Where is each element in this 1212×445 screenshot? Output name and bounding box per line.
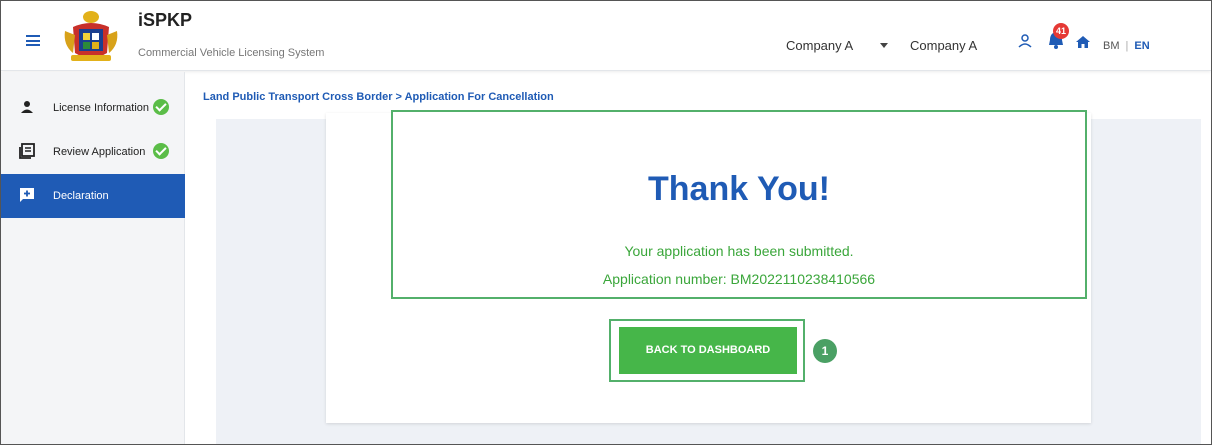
back-to-dashboard-button[interactable]: BACK TO DASHBOARD: [619, 327, 797, 374]
chevron-down-icon[interactable]: [880, 43, 888, 48]
message-plus-icon: [20, 188, 34, 202]
company-select[interactable]: Company A: [786, 38, 853, 53]
sidebar-item-license-information[interactable]: License Information: [1, 86, 185, 130]
menu-icon[interactable]: [26, 35, 40, 46]
lang-en[interactable]: EN: [1134, 40, 1149, 52]
sidebar: License Information Review Application D…: [1, 72, 185, 444]
person-icon: [21, 101, 33, 113]
lang-separator: |: [1125, 40, 1129, 52]
sidebar-item-review-application[interactable]: Review Application: [1, 130, 185, 174]
user-icon[interactable]: [1018, 34, 1032, 48]
app-window: iSPKP Commercial Vehicle Licensing Syste…: [0, 0, 1212, 445]
application-number: Application number: BM2022110238410566: [602, 271, 876, 287]
step-marker: 1: [813, 339, 837, 363]
sidebar-item-label: Review Application: [53, 146, 146, 158]
company-name: Company A: [910, 38, 978, 53]
sidebar-item-label: Declaration: [53, 190, 109, 202]
page-title: Thank You!: [648, 170, 830, 208]
check-circle-icon: [153, 143, 169, 159]
app-subtitle: Commercial Vehicle Licensing System: [138, 47, 325, 59]
notification-badge: 41: [1053, 23, 1069, 39]
language-switch: BM | EN: [1103, 40, 1150, 52]
submission-message: Your application has been submitted.: [624, 243, 854, 259]
sidebar-item-declaration[interactable]: Declaration: [1, 174, 185, 218]
top-header: iSPKP Commercial Vehicle Licensing Syste…: [1, 1, 1211, 71]
coat-of-arms-logo: [64, 11, 118, 61]
lang-bm[interactable]: BM: [1103, 40, 1120, 52]
document-icon: [19, 143, 35, 159]
home-icon[interactable]: [1076, 36, 1090, 48]
sidebar-item-label: License Information: [53, 102, 149, 114]
check-circle-icon: [153, 99, 169, 115]
breadcrumb[interactable]: Land Public Transport Cross Border > App…: [203, 91, 554, 103]
app-title: iSPKP: [138, 10, 193, 30]
confirmation-panel: Thank You! Your application has been sub…: [391, 110, 1087, 299]
